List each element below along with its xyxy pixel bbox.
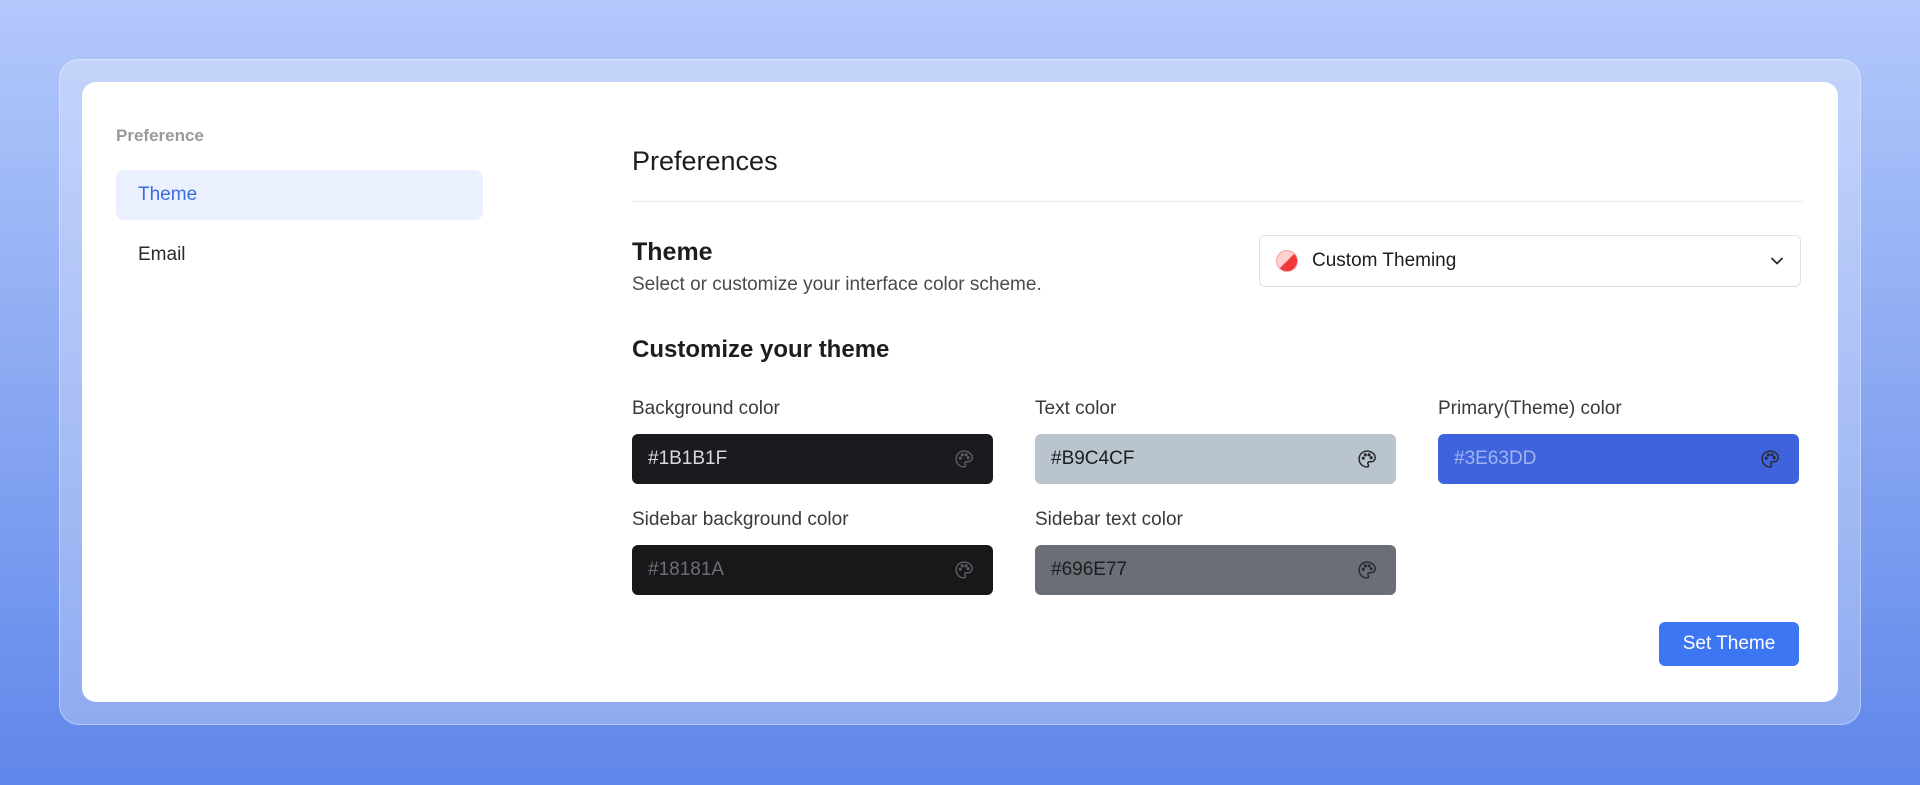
background-color-label: Background color [632,398,780,419]
primary-color-input[interactable]: #3E63DD [1438,434,1799,484]
color-value: #1B1B1F [648,448,728,469]
theme-section-description: Select or customize your interface color… [632,274,1042,295]
background-color-input[interactable]: #1B1B1F [632,434,993,484]
palette-icon[interactable] [953,448,975,470]
theme-select[interactable]: Custom Theming [1259,235,1801,287]
text-color-input[interactable]: #B9C4CF [1035,434,1396,484]
divider [632,201,1804,202]
sidebar-background-color-input[interactable]: #18181A [632,545,993,595]
set-theme-button[interactable]: Set Theme [1659,622,1799,666]
sidebar-item-label: Email [138,244,186,265]
sidebar-background-color-label: Sidebar background color [632,509,849,530]
primary-color-label: Primary(Theme) color [1438,398,1622,419]
main-panel: Preferences Theme Select or customize yo… [632,82,1804,702]
palette-icon[interactable] [1356,559,1378,581]
page-title: Preferences [632,146,778,176]
theme-swatch-icon [1276,250,1298,272]
sidebar-text-color-input[interactable]: #696E77 [1035,545,1396,595]
color-value: #3E63DD [1454,448,1537,469]
palette-icon[interactable] [953,559,975,581]
sidebar-item-label: Theme [138,184,198,205]
theme-section-title: Theme [632,238,713,266]
customize-title: Customize your theme [632,336,890,363]
theme-select-value: Custom Theming [1312,250,1457,271]
color-value: #696E77 [1051,559,1128,580]
sidebar-item-email[interactable]: Email [116,230,483,280]
preferences-card: Preference Theme Email Preferences Theme… [82,82,1838,702]
sidebar-item-theme[interactable]: Theme [116,170,483,220]
text-color-label: Text color [1035,398,1117,419]
palette-icon[interactable] [1356,448,1378,470]
palette-icon[interactable] [1759,448,1781,470]
color-value: #B9C4CF [1051,448,1135,469]
sidebar-text-color-label: Sidebar text color [1035,509,1183,530]
chevron-down-icon [1770,254,1784,268]
sidebar-heading: Preference [116,126,204,145]
color-value: #18181A [648,559,725,580]
